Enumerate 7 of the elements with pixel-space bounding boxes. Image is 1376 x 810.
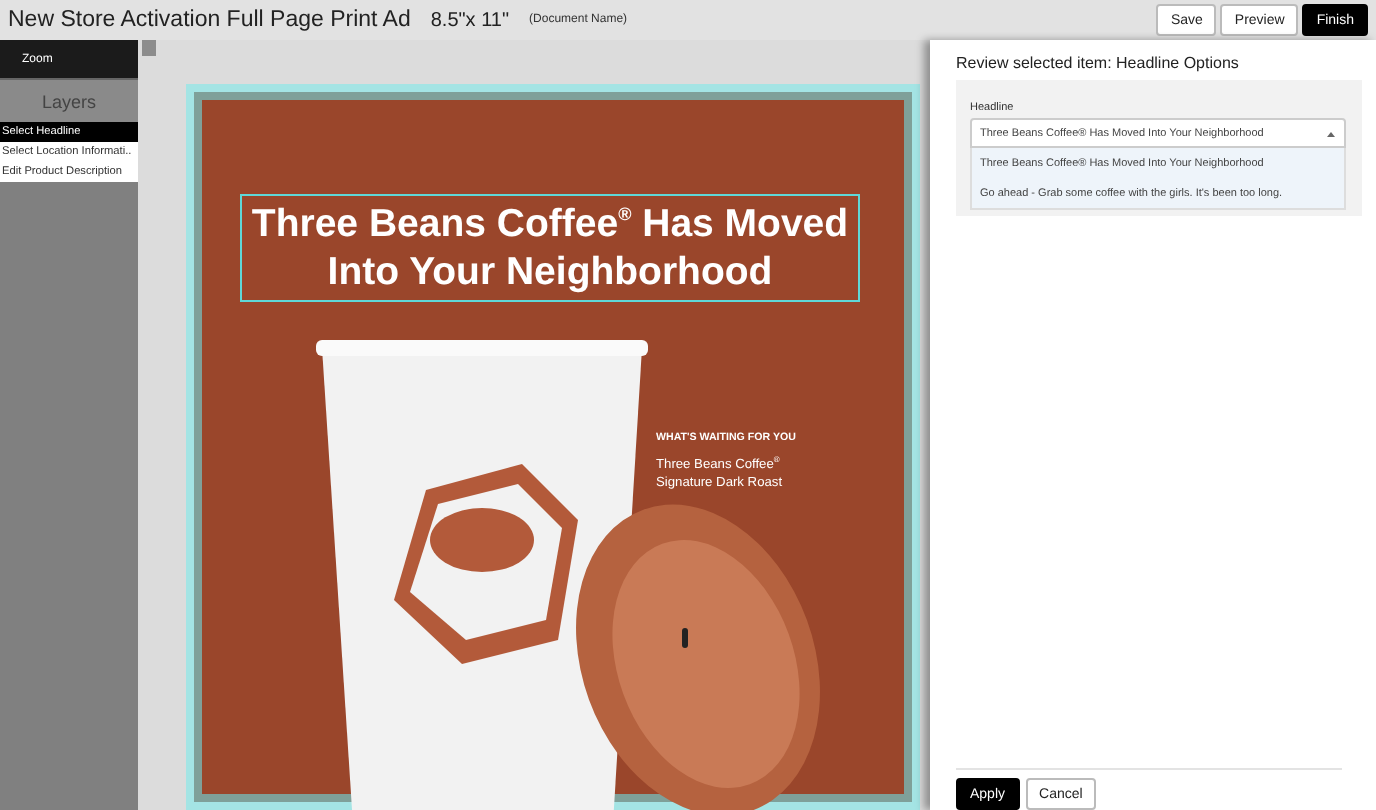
caret-icon bbox=[1326, 129, 1336, 137]
page-size: 8.5"x 11" bbox=[430, 9, 510, 31]
panel-title: Review selected item: Headline Options bbox=[956, 54, 1241, 72]
scrollbar-thumb[interactable] bbox=[142, 40, 156, 56]
layers-heading: Layers bbox=[0, 78, 138, 122]
headline-text[interactable]: Three Beans Coffee$^{®}$ Has Moved Into Your Neighborhood bbox=[240, 194, 860, 302]
document-title: New Store Activation Full Page Print Ad bbox=[8, 8, 411, 32]
